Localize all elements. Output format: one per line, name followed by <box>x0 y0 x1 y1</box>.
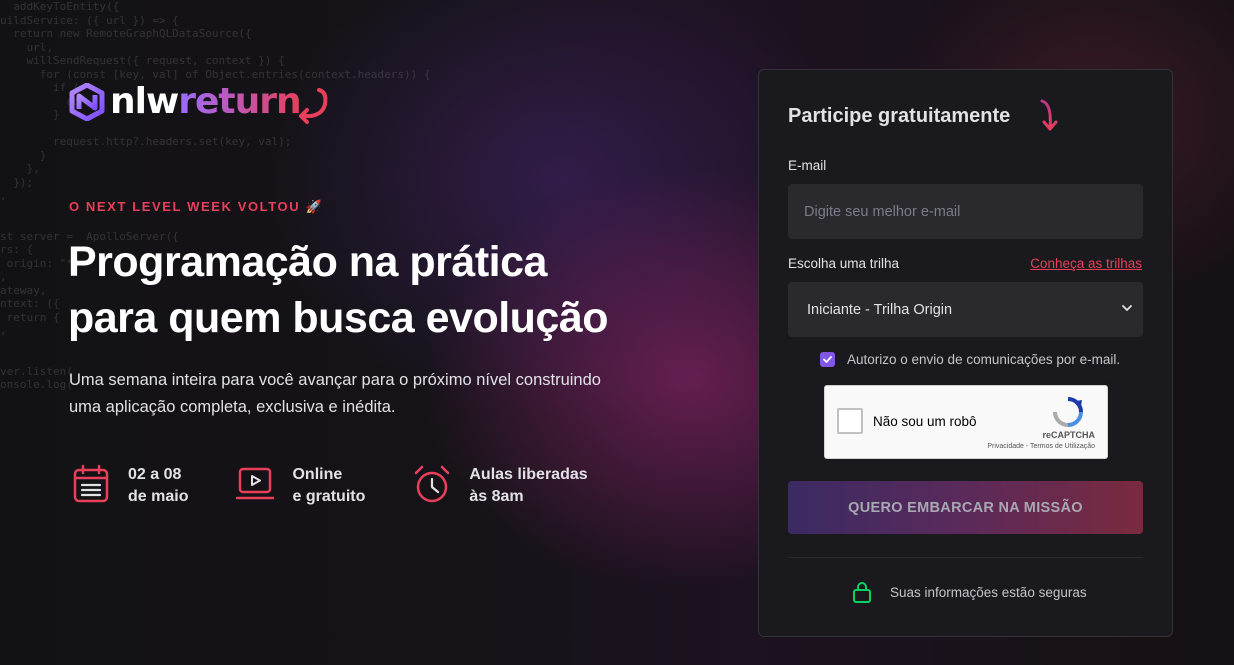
track-select[interactable]: Iniciante - Trilha Origin <box>788 282 1143 337</box>
feature-dates: 02 a 08 de maio <box>72 464 188 508</box>
alarm-clock-icon <box>415 465 450 503</box>
chevron-down-icon <box>1122 305 1132 311</box>
curved-arrow-down-icon <box>1040 99 1058 131</box>
tracks-info-link[interactable]: Conheça as trilhas <box>1030 256 1142 271</box>
card-divider <box>788 557 1143 558</box>
email-input[interactable] <box>788 184 1143 239</box>
consent-row: Autorizo o envio de comunicações por e-m… <box>820 352 1120 367</box>
feature-online: Online e gratuito <box>236 464 365 508</box>
recaptcha-checkbox[interactable] <box>837 408 863 434</box>
feature-online-line2: e gratuito <box>292 488 366 505</box>
security-note: Suas informações estão seguras <box>852 581 1087 603</box>
logo-return-text: return <box>178 81 301 122</box>
feature-schedule-line2: às 8am <box>469 488 524 505</box>
track-label: Escolha uma trilha <box>788 256 900 271</box>
submit-button[interactable]: QUERO EMBARCAR NA MISSÃO <box>788 481 1143 534</box>
security-note-text: Suas informações estão seguras <box>890 584 1087 600</box>
logo-wordmark: nlwreturn <box>110 81 302 122</box>
feature-online-line1: Online <box>292 466 343 483</box>
hero-title-line2: para quem busca evolução <box>68 294 609 342</box>
recaptcha-label: Não sou um robô <box>873 414 977 429</box>
consent-label: Autorizo o envio de comunicações por e-m… <box>847 352 1121 367</box>
checkmark-icon <box>823 356 832 363</box>
hero-subtitle: Uma semana inteira para você avançar par… <box>69 371 601 416</box>
feature-dates-line2: de maio <box>128 488 189 505</box>
recaptcha-widget: Não sou um robô reCAPTCHA Privacidade - … <box>824 385 1108 459</box>
consent-checkbox[interactable] <box>820 352 835 367</box>
calendar-icon <box>73 464 109 503</box>
recaptcha-logo-icon <box>1053 397 1083 427</box>
feature-schedule-line1: Aulas liberadas <box>469 466 588 483</box>
track-select-value: Iniciante - Trilha Origin <box>807 301 953 318</box>
return-arrow-icon <box>298 88 327 124</box>
recaptcha-terms[interactable]: Privacidade - Termos de Utilização <box>987 443 1095 450</box>
nlw-return-logo: nlwreturn <box>68 72 331 132</box>
email-label: E-mail <box>788 158 827 173</box>
features-list: 02 a 08 de maio Online e gratuito Aulas … <box>72 464 636 508</box>
hero-title: Programação na prática para quem busca e… <box>68 234 668 346</box>
logo-nlw-text: nlw <box>110 81 179 122</box>
lock-icon <box>853 582 871 603</box>
feature-schedule: Aulas liberadas às 8am <box>413 464 588 508</box>
feature-dates-line1: 02 a 08 <box>128 466 182 483</box>
hero-title-line1: Programação na prática <box>68 238 547 286</box>
recaptcha-brand: reCAPTCHA <box>1042 430 1095 440</box>
laptop-play-icon <box>236 467 275 500</box>
signup-card-title: Participe gratuitamente <box>788 105 1011 127</box>
nlw-logo-mark-icon <box>69 83 105 121</box>
signup-card: Participe gratuitamente E-mail Escolha u… <box>758 69 1173 637</box>
hero-eyebrow: O NEXT LEVEL WEEK VOLTOU 🚀 <box>69 199 324 214</box>
